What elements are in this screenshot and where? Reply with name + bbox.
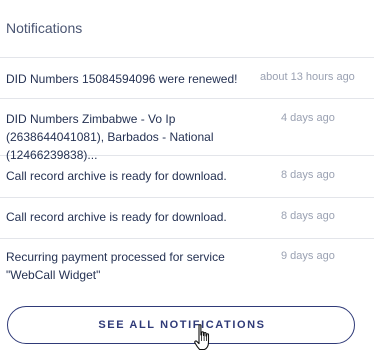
notification-item[interactable]: Call record archive is ready for downloa… bbox=[0, 198, 374, 239]
notification-item[interactable]: Call record archive is ready for downloa… bbox=[0, 156, 374, 198]
notification-time: 8 days ago bbox=[281, 210, 335, 222]
notification-text: Call record archive is ready for downloa… bbox=[6, 169, 227, 183]
notification-text: Recurring payment processed for service … bbox=[6, 250, 225, 282]
hand-pointer-icon bbox=[194, 324, 210, 351]
notifications-title: Notifications bbox=[6, 20, 83, 36]
see-all-notifications-label: SEE ALL NOTIFICATIONS bbox=[98, 319, 266, 331]
notification-item[interactable]: Recurring payment processed for service … bbox=[0, 239, 374, 294]
notification-time: 4 days ago bbox=[281, 112, 335, 124]
notification-time: 9 days ago bbox=[281, 250, 335, 262]
notifications-header: Notifications bbox=[0, 0, 374, 58]
notification-time: about 13 hours ago bbox=[260, 71, 355, 83]
see-all-notifications-button[interactable]: SEE ALL NOTIFICATIONS bbox=[7, 306, 355, 344]
notifications-panel: Notifications DID Numbers 15084594096 we… bbox=[0, 0, 374, 360]
notification-text: Call record archive is ready for downloa… bbox=[6, 210, 227, 224]
notification-time: 8 days ago bbox=[281, 169, 335, 181]
notification-text: DID Numbers 15084594096 were renewed! bbox=[6, 72, 238, 86]
notification-item[interactable]: DID Numbers 15084594096 were renewed! ab… bbox=[0, 58, 374, 99]
notification-list: DID Numbers 15084594096 were renewed! ab… bbox=[0, 58, 374, 294]
notification-item[interactable]: DID Numbers Zimbabwe - Vo Ip (2638644041… bbox=[0, 99, 374, 162]
